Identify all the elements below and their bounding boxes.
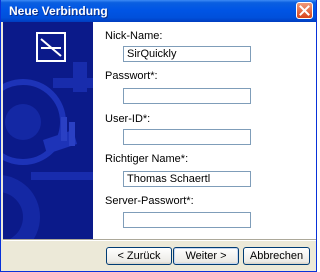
- password-label: Passwort*:: [105, 70, 158, 82]
- userid-input[interactable]: [123, 129, 251, 145]
- window-title: Neue Verbindung: [9, 4, 108, 18]
- realname-label: Richtiger Name*:: [105, 153, 189, 165]
- nickname-input[interactable]: [123, 46, 251, 62]
- cancel-button[interactable]: Abbrechen: [243, 247, 310, 265]
- server-password-input[interactable]: [123, 212, 251, 228]
- next-button[interactable]: Weiter >: [173, 247, 239, 265]
- close-icon: [299, 5, 310, 16]
- wizard-side-banner: [3, 22, 93, 239]
- wizard-logo-icon: [36, 32, 66, 62]
- back-button[interactable]: < Zurück: [106, 247, 172, 265]
- password-input[interactable]: [123, 88, 251, 104]
- server-password-label: Server-Passwort*:: [105, 195, 194, 207]
- close-button[interactable]: [296, 2, 313, 19]
- dialog-window: Neue Verbindung Nick-Name: SirQuickly Pa…: [0, 0, 317, 272]
- realname-input[interactable]: [123, 171, 251, 187]
- title-bar[interactable]: Neue Verbindung: [1, 0, 316, 22]
- form-panel: Nick-Name: Passwort*: User-ID*: Richtige…: [93, 22, 316, 239]
- button-separator: [3, 239, 316, 241]
- userid-label: User-ID*:: [105, 113, 151, 125]
- nickname-label: Nick-Name:: [105, 30, 163, 42]
